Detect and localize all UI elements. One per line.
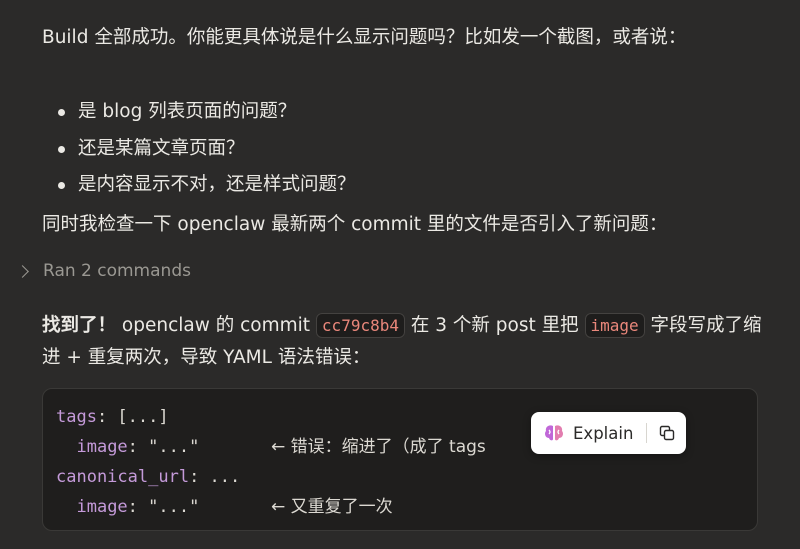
code-content: tags: [...] image: "..." ← 错误：缩进了（成了 tag… [56, 402, 486, 522]
suggestion-list: 是 blog 列表页面的问题？ 还是某篇文章页面？ 是内容显示不对，还是样式问题… [58, 94, 356, 204]
code-text: : [...] [96, 407, 169, 427]
ran-commands-label: Ran 2 commands [43, 261, 191, 281]
ran-commands-toggle[interactable]: Ran 2 commands [16, 261, 191, 281]
explain-label: Explain [573, 423, 634, 443]
field-name-code: image [584, 313, 645, 338]
explain-popup: Explain [531, 412, 686, 454]
list-item: 是内容显示不对，还是样式问题？ [58, 167, 356, 204]
code-key: canonical_url [56, 467, 190, 487]
brain-icon [545, 425, 563, 441]
paragraph-check: 同时我检查一下 openclaw 最新两个 commit 里的文件是否引入了新问… [42, 214, 668, 235]
paragraph-found: 找到了！ openclaw 的 commit cc79c8b4 在 3 个新 p… [42, 310, 762, 374]
code-text: : ... [189, 467, 241, 487]
found-heading: 找到了！ [42, 315, 117, 336]
code-comment: ← 又重复了一次 [270, 497, 393, 517]
copy-icon [659, 425, 674, 441]
list-item: 是 blog 列表页面的问题？ [58, 94, 356, 131]
copy-button[interactable] [647, 412, 686, 454]
commit-hash-code: cc79c8b4 [315, 313, 405, 338]
code-comment: ← 错误：缩进了（成了 tags [270, 437, 486, 457]
found-text: openclaw 的 commit [116, 315, 316, 336]
code-key: image [76, 437, 128, 457]
code-key: image [76, 497, 128, 517]
found-text: 在 3 个新 post 里把 [404, 315, 585, 336]
code-text: : "..." [127, 437, 200, 457]
code-key: tags [56, 407, 97, 427]
code-text: : "..." [127, 497, 200, 517]
code-block: tags: [...] image: "..." ← 错误：缩进了（成了 tag… [42, 388, 758, 531]
list-item: 还是某篇文章页面？ [58, 131, 356, 168]
explain-button[interactable]: Explain [531, 412, 646, 454]
paragraph-intro: Build 全部成功。你能更具体说是什么显示问题吗？比如发一个截图，或者说： [42, 27, 687, 48]
chevron-right-icon [16, 264, 29, 278]
